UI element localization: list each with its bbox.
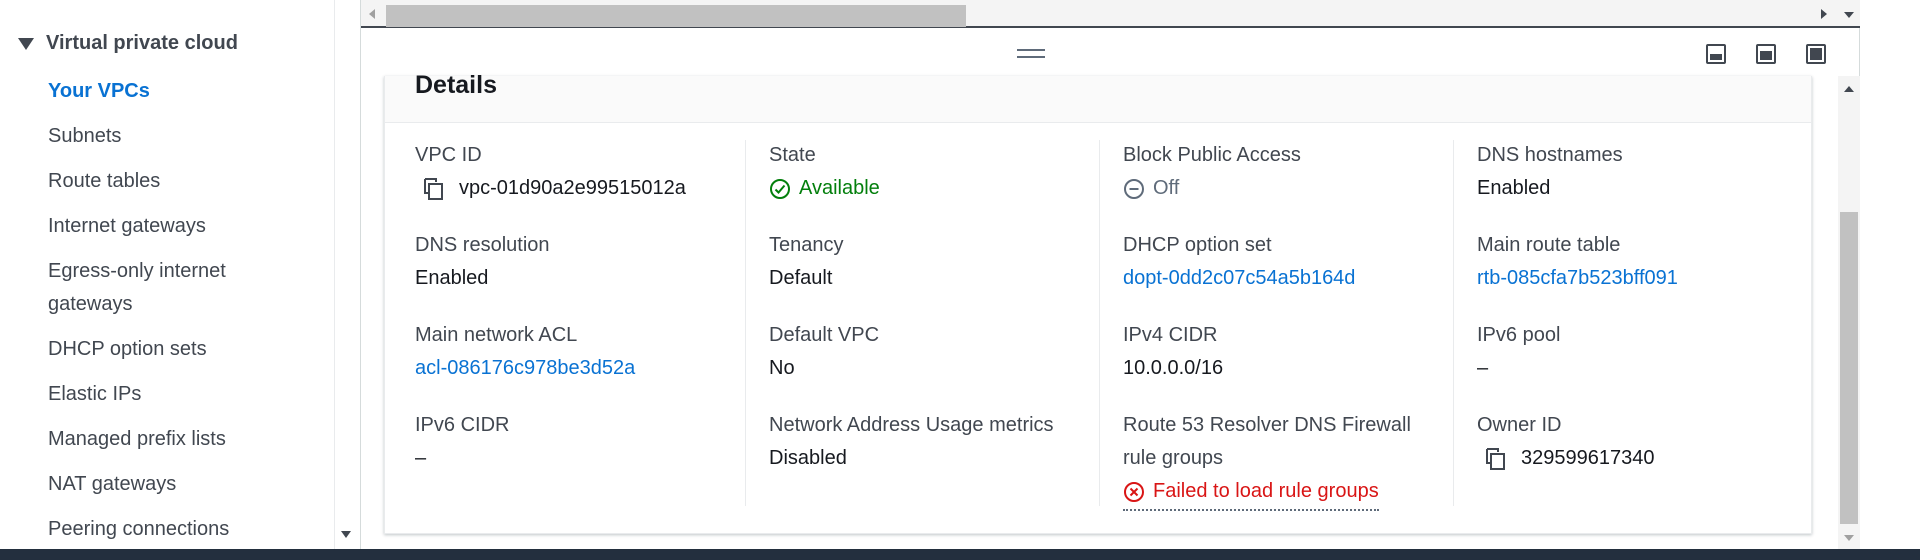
- footer-bar: [0, 549, 1920, 560]
- field-route53-firewall: Route 53 Resolver DNS Firewall rule grou…: [1123, 409, 1443, 511]
- block-public-access-value: Off: [1153, 177, 1180, 199]
- field-block-public-access: Block Public Access Off: [1123, 139, 1453, 205]
- main-network-acl-link[interactable]: acl-086176c978be3d52a: [415, 352, 745, 385]
- field-value: Off: [1123, 172, 1453, 205]
- panel-maximize-icon: [1810, 48, 1822, 60]
- scroll-up-arrow[interactable]: [1844, 86, 1854, 92]
- details-title: Details: [415, 71, 497, 99]
- field-dhcp-option-set: DHCP option set dopt-0dd2c07c54a5b164d: [1123, 229, 1453, 295]
- field-dns-hostnames: DNS hostnames Enabled: [1477, 139, 1807, 205]
- field-main-route-table: Main route table rtb-085cfa7b523bff091: [1477, 229, 1807, 295]
- details-card: Details VPC ID vpc-01d90a2e99515012a Sta…: [384, 71, 1812, 534]
- sidebar-scroll-down-arrow[interactable]: [341, 531, 351, 538]
- field-label: Main network ACL: [415, 324, 578, 346]
- field-owner-id: Owner ID 329599617340: [1477, 409, 1807, 475]
- sidebar-section-vpc[interactable]: Virtual private cloud: [18, 32, 238, 55]
- sidebar-item-managed-prefix-lists[interactable]: Managed prefix lists: [48, 423, 308, 456]
- sidebar-item-peering-connections[interactable]: Peering connections: [48, 513, 308, 546]
- panel-position-bottom-button[interactable]: [1706, 44, 1726, 64]
- x-circle-icon: [1124, 481, 1144, 502]
- sidebar-item-elastic-ips[interactable]: Elastic IPs: [48, 378, 308, 411]
- field-label: VPC ID: [415, 144, 482, 166]
- ipv4-cidr-value: 10.0.0.0/16: [1123, 357, 1224, 379]
- sidebar: Virtual private cloud Your VPCs Subnets …: [0, 0, 335, 549]
- field-label: Main route table: [1477, 234, 1621, 256]
- panel-position-side-button[interactable]: [1756, 44, 1776, 64]
- vpc-id-value: vpc-01d90a2e99515012a: [459, 177, 686, 199]
- panel-maximize-button[interactable]: [1806, 44, 1826, 64]
- field-label: Block Public Access: [1123, 144, 1301, 166]
- scroll-down-arrow[interactable]: [1844, 12, 1854, 18]
- field-main-network-acl: Main network ACL acl-086176c978be3d52a: [415, 319, 745, 385]
- owner-id-value: 329599617340: [1521, 447, 1655, 469]
- split-panel: Details VPC ID vpc-01d90a2e99515012a Sta…: [360, 0, 1860, 549]
- main-route-table-link[interactable]: rtb-085cfa7b523bff091: [1477, 262, 1807, 295]
- ipv6-pool-value: –: [1477, 357, 1489, 379]
- panel-side-icon: [1760, 51, 1772, 60]
- field-value: Available: [769, 172, 1099, 205]
- field-vpc-id: VPC ID vpc-01d90a2e99515012a: [415, 139, 745, 205]
- field-label: DHCP option set: [1123, 234, 1272, 256]
- route53-error-status[interactable]: Failed to load rule groups: [1123, 475, 1379, 511]
- scroll-down-arrow[interactable]: [1844, 535, 1854, 541]
- sidebar-item-your-vpcs[interactable]: Your VPCs: [48, 75, 308, 108]
- column-divider: [1453, 140, 1454, 506]
- field-value[interactable]: Failed to load rule groups: [1123, 475, 1443, 511]
- horizontal-scroll-thumb[interactable]: [386, 5, 966, 27]
- sidebar-item-dhcp-option-sets[interactable]: DHCP option sets: [48, 333, 308, 366]
- dhcp-option-set-link[interactable]: dopt-0dd2c07c54a5b164d: [1123, 262, 1453, 295]
- field-dns-resolution: DNS resolution Enabled: [415, 229, 745, 295]
- field-label: State: [769, 144, 816, 166]
- field-label: IPv6 pool: [1477, 324, 1561, 346]
- state-value: Available: [799, 177, 880, 199]
- vertical-scrollbar[interactable]: [1838, 76, 1860, 549]
- field-network-address-usage: Network Address Usage metrics Disabled: [769, 409, 1099, 475]
- field-ipv6-pool: IPv6 pool –: [1477, 319, 1807, 385]
- field-label: DNS hostnames: [1477, 144, 1623, 166]
- vertical-scroll-thumb[interactable]: [1840, 212, 1858, 524]
- default-vpc-value: No: [769, 357, 795, 379]
- scroll-left-arrow[interactable]: [369, 9, 375, 19]
- check-circle-icon: [770, 178, 790, 199]
- tenancy-value: Default: [769, 267, 833, 289]
- field-label: Route 53 Resolver DNS Firewall rule grou…: [1123, 414, 1411, 469]
- ipv6-cidr-value: –: [415, 447, 427, 469]
- field-label: Tenancy: [769, 234, 844, 256]
- network-address-usage-value: Disabled: [769, 447, 847, 469]
- field-value: vpc-01d90a2e99515012a: [415, 172, 745, 205]
- dns-hostnames-value: Enabled: [1477, 177, 1551, 199]
- sidebar-item-route-tables[interactable]: Route tables: [48, 165, 308, 198]
- dns-resolution-value: Enabled: [415, 267, 489, 289]
- column-divider: [745, 140, 746, 506]
- field-label: IPv6 CIDR: [415, 414, 510, 436]
- field-default-vpc: Default VPC No: [769, 319, 1099, 385]
- sidebar-item-subnets[interactable]: Subnets: [48, 120, 308, 153]
- field-tenancy: Tenancy Default: [769, 229, 1099, 295]
- route53-error-text: Failed to load rule groups: [1153, 480, 1379, 502]
- copy-icon[interactable]: [421, 177, 445, 201]
- sidebar-item-egress-only-gateways[interactable]: Egress-only internet gateways: [48, 255, 268, 321]
- horizontal-scrollbar[interactable]: [361, 0, 1860, 28]
- sidebar-item-nat-gateways[interactable]: NAT gateways: [48, 468, 308, 501]
- field-label: Owner ID: [1477, 414, 1562, 436]
- field-label: DNS resolution: [415, 234, 550, 256]
- field-ipv4-cidr: IPv4 CIDR 10.0.0.0/16: [1123, 319, 1453, 385]
- minus-circle-icon: [1124, 178, 1144, 199]
- copy-icon[interactable]: [1483, 447, 1507, 471]
- panel-resize-handle[interactable]: [1017, 49, 1045, 58]
- sidebar-section-title: Virtual private cloud: [46, 32, 238, 54]
- caret-down-icon: [18, 37, 34, 50]
- field-value: 329599617340: [1477, 442, 1807, 475]
- field-label: Network Address Usage metrics: [769, 414, 1054, 436]
- field-label: IPv4 CIDR: [1123, 324, 1218, 346]
- panel-bottom-icon: [1710, 54, 1722, 60]
- field-label: Default VPC: [769, 324, 880, 346]
- details-header: Details: [385, 71, 1811, 123]
- scroll-right-arrow[interactable]: [1821, 9, 1827, 19]
- field-state: State Available: [769, 139, 1099, 205]
- field-ipv6-cidr: IPv6 CIDR –: [415, 409, 745, 475]
- column-divider: [1099, 140, 1100, 506]
- sidebar-item-internet-gateways[interactable]: Internet gateways: [48, 210, 308, 243]
